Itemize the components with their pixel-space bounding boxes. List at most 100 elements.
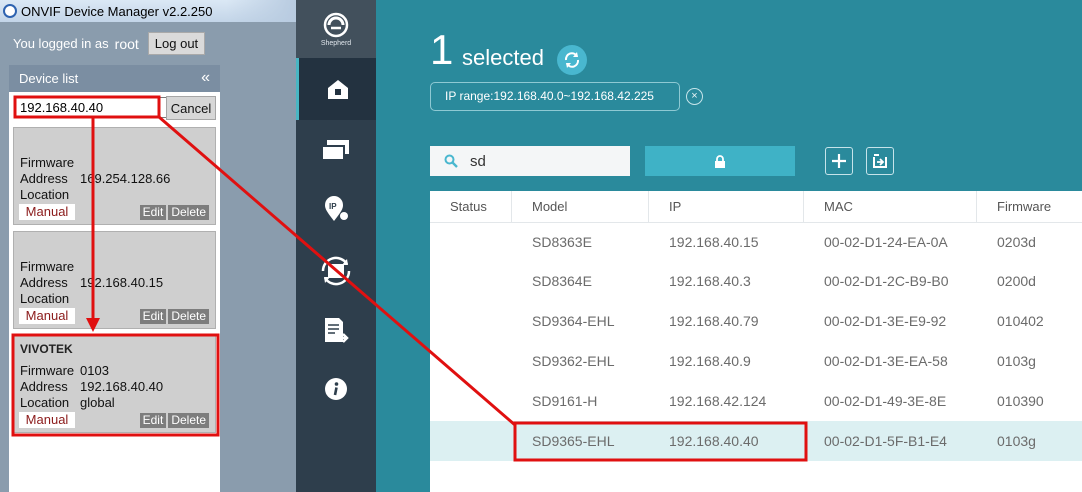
device-card[interactable]: Firmware Address 169.254.128.66 Location … [13, 127, 216, 225]
cell-mac: 00-02-D1-24-EA-0A [824, 234, 948, 250]
cell-firmware: 010402 [997, 313, 1044, 329]
onvif-device-manager-window: ONVIF Device Manager v2.2.250 You logged… [0, 0, 296, 492]
device-location-row: Location [20, 187, 80, 202]
shepherd-main-panel: 1 selected IP range:192.168.40.0~192.168… [376, 0, 1082, 492]
device-list-header: Device list « [9, 65, 220, 92]
device-list-title: Device list [19, 71, 79, 86]
nav-ip-location[interactable]: IP [296, 178, 376, 240]
firmware-label: Firmware [20, 363, 75, 378]
address-label: Address [20, 171, 68, 186]
location-label: Location [20, 187, 70, 202]
column-header-firmware[interactable]: Firmware [976, 191, 1082, 223]
cell-mac: 00-02-D1-2C-B9-B0 [824, 273, 949, 289]
device-search-input[interactable]: 192.168.40.40 [15, 97, 167, 118]
device-location-row: Location global [20, 395, 115, 410]
device-firmware: 0103 [80, 363, 109, 378]
nav-home[interactable] [296, 58, 376, 120]
shepherd-search-input[interactable]: sd [430, 146, 630, 176]
login-status: You logged in as root Log out [13, 32, 206, 55]
edit-button[interactable]: Edit [139, 413, 167, 428]
column-header-ip[interactable]: IP [648, 191, 803, 223]
edit-button[interactable]: Edit [139, 205, 167, 220]
device-address: 192.168.40.15 [80, 275, 164, 290]
manual-badge: Manual [19, 204, 75, 220]
nav-info[interactable] [296, 358, 376, 420]
window-title: ONVIF Device Manager v2.2.250 [21, 3, 213, 19]
device-address: 169.254.128.66 [80, 171, 171, 186]
cell-model: SD9364-EHL [532, 313, 615, 329]
device-firmware-row: Firmware 0103 [20, 363, 109, 378]
shepherd-sidebar-nav: Shepherd IP [296, 0, 376, 492]
edit-button[interactable]: Edit [139, 309, 167, 324]
table-row[interactable]: SD9161-H 192.168.42.124 00-02-D1-49-3E-8… [430, 381, 1082, 421]
selected-label: selected [462, 45, 544, 70]
export-button[interactable] [866, 147, 894, 175]
cell-mac: 00-02-D1-3E-E9-92 [824, 313, 947, 329]
device-actions: Edit Delete [139, 309, 209, 324]
cell-firmware: 0203d [997, 234, 1036, 250]
firmware-label: Firmware [20, 155, 75, 170]
devices-icon [321, 140, 349, 161]
device-list-panel: Device list « 192.168.40.40 Cancel Firmw… [9, 65, 220, 492]
login-text: You logged in as [13, 36, 109, 51]
login-username: root [114, 35, 139, 52]
table-row[interactable]: SD9362-EHL 192.168.40.9 00-02-D1-3E-EA-5… [430, 341, 1082, 381]
collapse-panel-icon[interactable]: « [201, 69, 210, 87]
cancel-search-button[interactable]: Cancel [166, 96, 216, 120]
cell-model: SD9362-EHL [532, 353, 615, 369]
cell-ip: 192.168.40.3 [669, 273, 751, 289]
device-table: Status Model IP MAC Firmware SD8363E 192… [430, 191, 1082, 492]
shepherd-brand: Shepherd [296, 0, 376, 58]
lock-button[interactable] [645, 146, 795, 176]
address-label: Address [20, 379, 68, 394]
search-value: sd [470, 152, 486, 170]
info-icon [325, 378, 347, 400]
svg-text:IP: IP [329, 202, 337, 211]
delete-button[interactable]: Delete [168, 309, 209, 324]
cell-ip: 192.168.42.124 [669, 393, 767, 409]
nav-devices[interactable] [296, 120, 376, 182]
cell-model: SD8363E [532, 234, 592, 250]
ip-range-filter[interactable]: IP range:192.168.40.0~192.168.42.225 [430, 82, 680, 111]
table-row[interactable]: SD9364-EHL 192.168.40.79 00-02-D1-3E-E9-… [430, 301, 1082, 341]
cell-ip: 192.168.40.79 [669, 313, 759, 329]
column-header-status[interactable]: Status [430, 191, 510, 223]
device-location-row: Location [20, 291, 80, 306]
refresh-icon [564, 52, 580, 68]
device-name: VIVOTEK [20, 342, 73, 356]
table-row[interactable]: SD8363E 192.168.40.15 00-02-D1-24-EA-0A … [430, 222, 1082, 262]
lock-icon [715, 154, 725, 168]
device-card-vivotek[interactable]: VIVOTEK Firmware 0103 Address 192.168.40.4… [13, 335, 216, 433]
table-row-selected[interactable]: SD9365-EHL 192.168.40.40 00-02-D1-5F-B1-… [430, 421, 1082, 461]
clear-ip-range-icon[interactable]: × [686, 88, 703, 105]
delete-button[interactable]: Delete [168, 413, 209, 428]
cell-model: SD8364E [532, 273, 592, 289]
plus-icon [832, 154, 846, 168]
device-address-row: Address 192.168.40.15 [20, 275, 163, 290]
column-header-mac[interactable]: MAC [803, 191, 976, 223]
refresh-cycle-icon [321, 256, 351, 286]
onvif-app-icon [3, 4, 17, 18]
device-firmware-row: Firmware [20, 155, 80, 170]
nav-export[interactable] [296, 300, 376, 362]
cell-firmware: 0103g [997, 433, 1036, 449]
add-device-button[interactable] [825, 147, 853, 175]
titlebar-fade [226, 0, 296, 22]
delete-button[interactable]: Delete [168, 205, 209, 220]
table-row[interactable]: SD8364E 192.168.40.3 00-02-D1-2C-B9-B0 0… [430, 261, 1082, 301]
cell-firmware: 010390 [997, 393, 1044, 409]
device-card[interactable]: Firmware Address 192.168.40.15 Location M… [13, 231, 216, 329]
device-firmware-row: Firmware [20, 259, 80, 274]
logout-button[interactable]: Log out [147, 32, 206, 55]
cell-model: SD9161-H [532, 393, 598, 409]
ip-location-icon: IP [325, 196, 348, 221]
cell-ip: 192.168.40.9 [669, 353, 751, 369]
device-address-row: Address 169.254.128.66 [20, 171, 170, 186]
refresh-button[interactable] [557, 45, 587, 75]
nav-refresh[interactable] [296, 240, 376, 302]
firmware-label: Firmware [20, 259, 75, 274]
column-header-model[interactable]: Model [511, 191, 648, 223]
export-document-icon [325, 318, 349, 343]
device-actions: Edit Delete [139, 205, 209, 220]
cell-model: SD9365-EHL [532, 433, 615, 449]
